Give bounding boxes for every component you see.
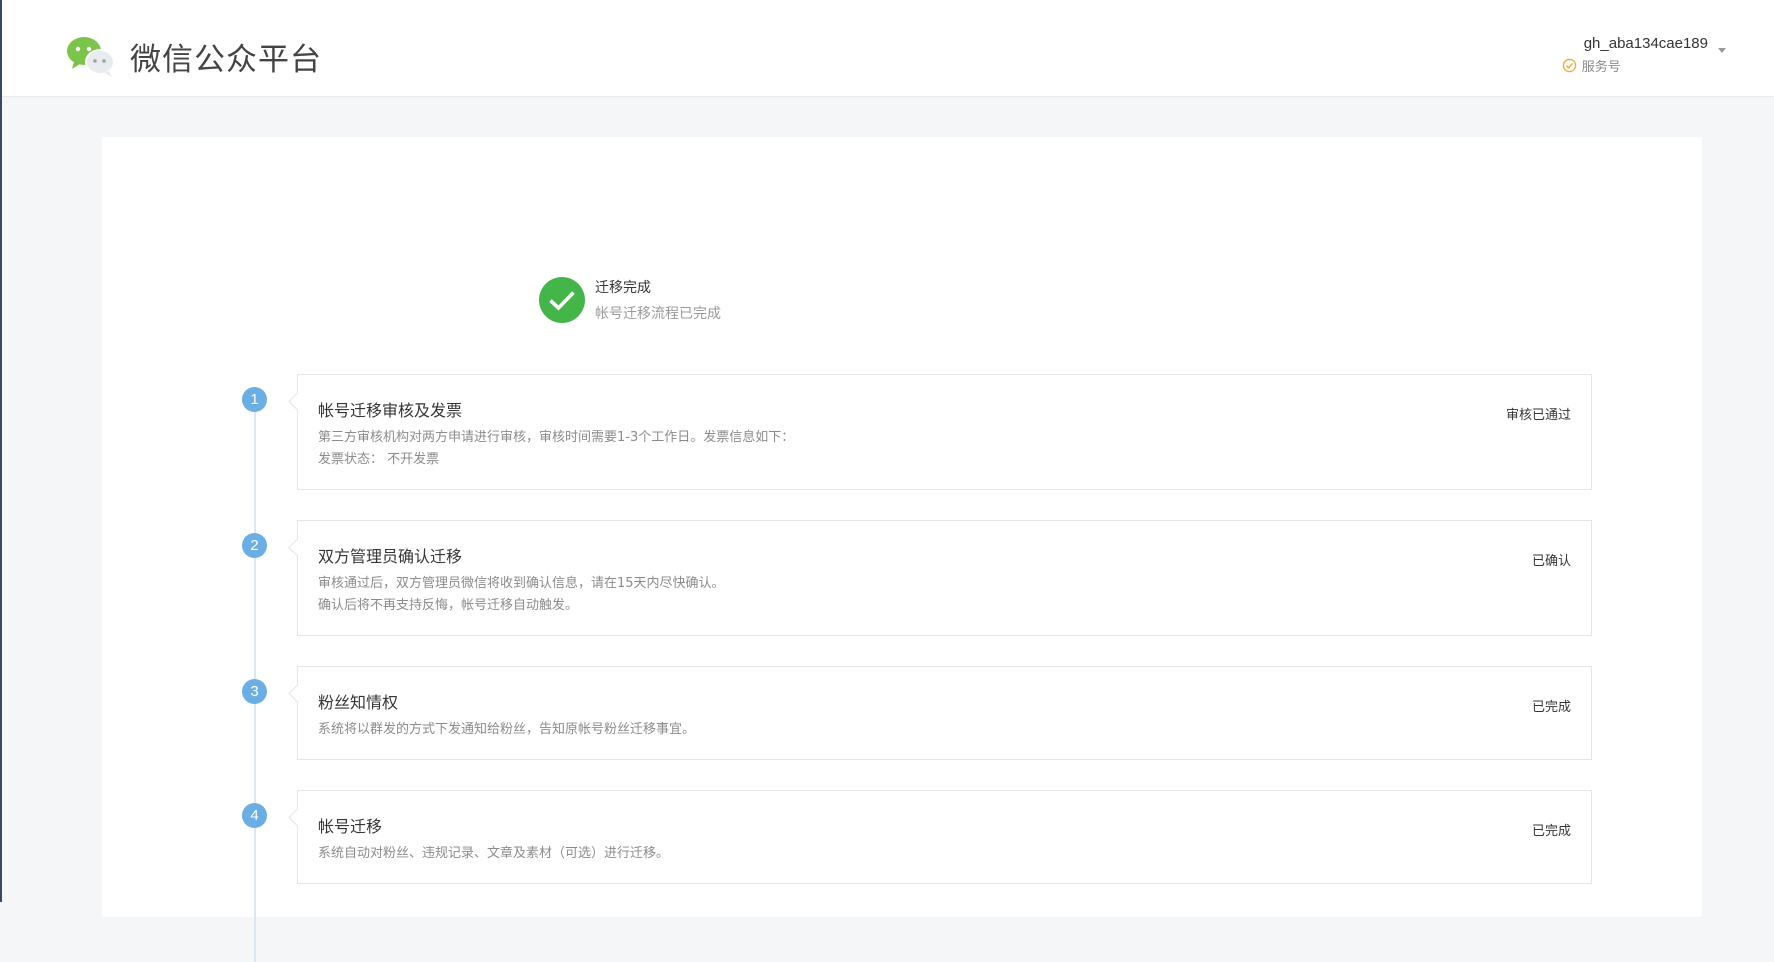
step-description: 系统将以群发的方式下发通知给粉丝，告知原帐号粉丝迁移事宜。 [318, 719, 1571, 741]
step-card: 双方管理员确认迁移 审核通过后，双方管理员微信将收到确认信息，请在15天内尽快确… [297, 520, 1592, 636]
account-type-row: 服务号 [1562, 56, 1708, 75]
status-description: 帐号迁移流程已完成 [595, 306, 721, 322]
window-edge [0, 0, 2, 902]
account-menu[interactable]: gh_aba134cae189 服务号 [1562, 34, 1726, 75]
migration-card: 迁移完成 帐号迁移流程已完成 1 帐号迁移审核及发票 第三方审核机构对两方申请进… [102, 137, 1702, 962]
verified-check-icon [1562, 58, 1576, 73]
step-description-line: 确认后将不再支持反悔，帐号迁移自动触发。 [318, 598, 579, 613]
wechat-logo-icon [67, 36, 115, 77]
account-type: 服务号 [1581, 60, 1621, 75]
migration-status: 迁移完成 帐号迁移流程已完成 [539, 277, 721, 323]
step-card: 粉丝知情权 系统将以群发的方式下发通知给粉丝，告知原帐号粉丝迁移事宜。 已完成 [297, 666, 1592, 760]
step-description-line: 系统自动对粉丝、违规记录、文章及素材（可选）进行迁移。 [318, 846, 670, 861]
step-title: 粉丝知情权 [318, 693, 399, 712]
account-name: gh_aba134cae189 [1583, 35, 1708, 52]
step-description-line: 审核通过后，双方管理员微信将收到确认信息，请在15天内尽快确认。 [318, 576, 725, 591]
step-card: 帐号迁移审核及发票 第三方审核机构对两方申请进行审核，审核时间需要1-3个工作日… [297, 374, 1592, 490]
top-header: 微信公众平台 gh_aba134cae189 服务号 [2, 0, 1774, 97]
step-title: 帐号迁移 [318, 817, 383, 836]
step-status: 已完成 [1531, 824, 1571, 839]
account-info: gh_aba134cae189 服务号 [1562, 34, 1708, 75]
step-number: 2 [242, 533, 267, 558]
step-description: 系统自动对粉丝、违规记录、文章及素材（可选）进行迁移。 [318, 843, 1571, 865]
step-status: 已完成 [1531, 700, 1571, 715]
step-status: 已确认 [1531, 554, 1571, 569]
step-status: 审核已通过 [1505, 408, 1571, 423]
step-card: 帐号迁移 系统自动对粉丝、违规记录、文章及素材（可选）进行迁移。 已完成 [297, 790, 1592, 884]
status-title: 迁移完成 [595, 280, 651, 296]
step-description: 第三方审核机构对两方申请进行审核，审核时间需要1-3个工作日。发票信息如下： 发… [318, 427, 1571, 471]
step-number: 1 [242, 387, 267, 412]
step-number: 4 [242, 803, 267, 828]
caret-down-icon[interactable] [1718, 48, 1726, 53]
platform-logo[interactable]: 微信公众平台 [66, 34, 322, 79]
step-description: 审核通过后，双方管理员微信将收到确认信息，请在15天内尽快确认。 确认后将不再支… [318, 573, 1571, 617]
step-description-line: 第三方审核机构对两方申请进行审核，审核时间需要1-3个工作日。发票信息如下： [318, 430, 795, 445]
platform-name: 微信公众平台 [130, 42, 322, 78]
step-title: 帐号迁移审核及发票 [318, 401, 463, 420]
step-description-line: 发票状态： 不开发票 [318, 452, 440, 467]
step-number: 3 [242, 679, 267, 704]
step-description-line: 系统将以群发的方式下发通知给粉丝，告知原帐号粉丝迁移事宜。 [318, 722, 696, 737]
step-title: 双方管理员确认迁移 [318, 547, 463, 566]
success-check-icon [539, 277, 585, 323]
